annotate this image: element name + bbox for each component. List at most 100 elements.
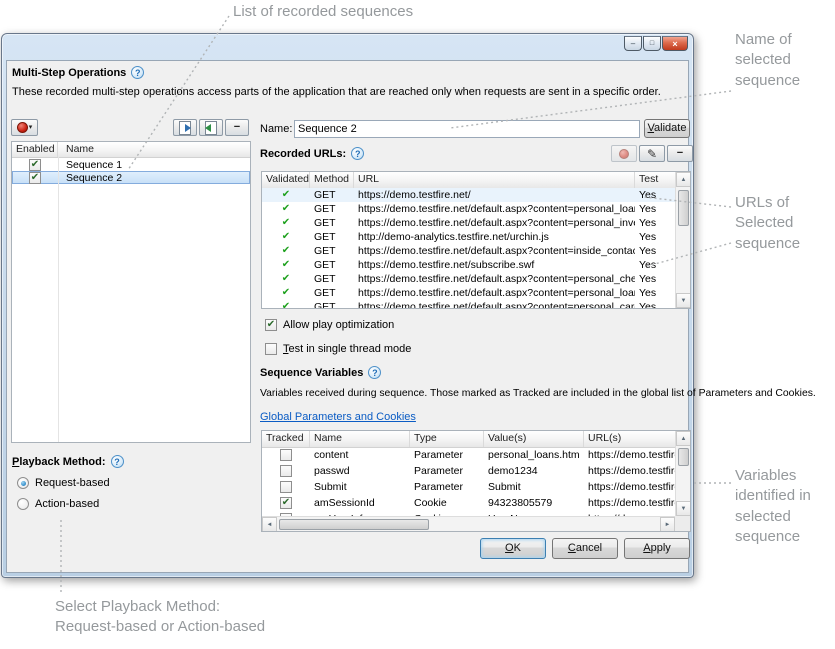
variables-table[interactable]: Tracked Name Type Value(s) URL(s) ✔ cont… [261, 430, 691, 532]
close-button[interactable]: × [662, 36, 688, 51]
checkbox-icon[interactable]: ✔ [265, 319, 277, 331]
sequence-row-2[interactable]: ✔ Sequence 2 [12, 171, 250, 184]
url-row-3[interactable]: ✔ GET https://demo.testfire.net/default.… [262, 216, 675, 230]
column-header-test[interactable]: Test [635, 172, 675, 188]
column-header-name[interactable]: Name [58, 142, 250, 157]
variable-row-1[interactable]: ✔ content Parameter personal_loans.htm h… [262, 447, 675, 463]
record-url-button[interactable] [611, 145, 637, 162]
variables-vertical-scrollbar[interactable]: ▲ ▼ [675, 431, 690, 516]
global-parameters-link[interactable]: Global Parameters and Cookies [260, 411, 416, 423]
single-thread-checkbox[interactable]: ✔ Test in single thread mode [265, 343, 411, 355]
radio-request-based[interactable]: Request-based [17, 477, 110, 489]
scroll-thumb[interactable] [678, 190, 689, 226]
recorded-urls-table[interactable]: Validated Method URL Test ✔ GET https://… [261, 171, 691, 309]
apply-button[interactable]: Apply [624, 538, 690, 559]
column-header-values[interactable]: Value(s) [484, 431, 584, 447]
recorded-urls-toolbar: ✎ − [609, 145, 693, 162]
record-sequence-button[interactable]: ▾ [11, 119, 38, 136]
ok-button[interactable]: OK [480, 538, 546, 559]
sequence-variables-description: Variables received during sequence. Thos… [260, 388, 692, 399]
remove-icon: − [677, 148, 683, 159]
scroll-down-button[interactable]: ▼ [676, 501, 691, 516]
tracked-checkbox[interactable]: ✔ [280, 449, 292, 461]
scrollbar-corner [675, 516, 690, 531]
url-row-9[interactable]: ✔ GET https://demo.testfire.net/default.… [262, 300, 675, 308]
variables-rows: ✔ content Parameter personal_loans.htm h… [262, 447, 675, 516]
url-row-4[interactable]: ✔ GET http://demo-analytics.testfire.net… [262, 230, 675, 244]
screenshot-canvas: List of recorded sequences Name of selec… [0, 0, 835, 649]
url-row-2[interactable]: ✔ GET https://demo.testfire.net/default.… [262, 202, 675, 216]
callout-variables-selected: Variables identified in selected sequenc… [735, 466, 835, 547]
sequence-toolbar: ▾ − [11, 118, 251, 137]
name-label: Name: [260, 123, 292, 135]
tracked-checkbox[interactable]: ✔ [280, 465, 292, 477]
import-sequence-button[interactable] [199, 119, 223, 136]
radio-action-based[interactable]: Action-based [17, 498, 99, 510]
column-header-url[interactable]: URL [354, 172, 635, 188]
scroll-thumb[interactable] [279, 519, 429, 530]
remove-url-button[interactable]: − [667, 145, 693, 162]
callout-playback-method: Select Playback Method: Request-based or… [55, 597, 355, 638]
scroll-left-button[interactable]: ◄ [262, 517, 277, 532]
validated-check-icon: ✔ [282, 274, 290, 284]
scroll-down-button[interactable]: ▼ [676, 293, 691, 308]
multi-step-operations-window: – □ × Multi-Step Operations ? These reco… [1, 33, 694, 578]
column-header-tracked[interactable]: Tracked [262, 431, 310, 447]
tracked-checkbox[interactable]: ✔ [280, 481, 292, 493]
radio-icon-action[interactable] [17, 498, 29, 510]
help-icon-playback[interactable]: ? [111, 455, 124, 468]
validated-check-icon: ✔ [282, 288, 290, 298]
validated-check-icon: ✔ [282, 302, 290, 308]
delete-sequence-button[interactable]: − [225, 119, 249, 136]
cancel-button[interactable]: Cancel [552, 538, 618, 559]
radio-label-request: Request-based [35, 477, 110, 489]
radio-icon-request[interactable] [17, 477, 29, 489]
recorded-urls-label: Recorded URLs: [260, 148, 346, 160]
sequence-row-1[interactable]: ✔ Sequence 1 [12, 158, 250, 171]
help-icon-multistep[interactable]: ? [131, 66, 144, 79]
allow-play-optimization-checkbox[interactable]: ✔ Allow play optimization [265, 319, 394, 331]
tracked-checkbox[interactable]: ✔ [280, 497, 292, 509]
url-row-6[interactable]: ✔ GET https://demo.testfire.net/subscrib… [262, 258, 675, 272]
validated-check-icon: ✔ [282, 260, 290, 270]
url-row-5[interactable]: ✔ GET https://demo.testfire.net/default.… [262, 244, 675, 258]
variable-row-2[interactable]: ✔ passwd Parameter demo1234 https://demo… [262, 463, 675, 479]
column-header-enabled[interactable]: Enabled [12, 142, 58, 157]
column-header-var-name[interactable]: Name [310, 431, 410, 447]
url-row-1[interactable]: ✔ GET https://demo.testfire.net/ Yes [262, 188, 675, 202]
scroll-thumb[interactable] [678, 448, 689, 466]
column-header-validated[interactable]: Validated [262, 172, 310, 188]
column-header-type[interactable]: Type [410, 431, 484, 447]
single-thread-label: Test in single thread mode [283, 343, 411, 355]
scroll-up-button[interactable]: ▲ [676, 172, 691, 187]
minimize-button[interactable]: – [624, 36, 642, 51]
export-sequence-button[interactable] [173, 119, 197, 136]
column-header-method[interactable]: Method [310, 172, 354, 188]
variable-row-4[interactable]: ✔ amSessionId Cookie 94323805579 https:/… [262, 495, 675, 511]
minimize-icon: – [631, 39, 635, 48]
column-header-urls[interactable]: URL(s) [584, 431, 675, 447]
sequences-table[interactable]: Enabled Name ✔ Sequence 1 ✔ Sequence 2 [11, 141, 251, 443]
close-icon: × [672, 39, 677, 49]
url-table-scrollbar[interactable]: ▲ ▼ [675, 172, 690, 308]
help-icon-recorded-urls[interactable]: ? [351, 147, 364, 160]
scroll-up-button[interactable]: ▲ [676, 431, 691, 446]
url-row-7[interactable]: ✔ GET https://demo.testfire.net/default.… [262, 272, 675, 286]
url-row-8[interactable]: ✔ GET https://demo.testfire.net/default.… [262, 286, 675, 300]
enabled-checkbox-1[interactable]: ✔ [29, 159, 41, 171]
maximize-icon: □ [650, 40, 654, 47]
dialog-description: These recorded multi-step operations acc… [12, 86, 682, 98]
edit-url-button[interactable]: ✎ [639, 145, 665, 162]
scroll-right-button[interactable]: ► [660, 517, 675, 532]
variables-horizontal-scrollbar[interactable]: ◄ ► [262, 516, 675, 531]
maximize-button[interactable]: □ [643, 36, 661, 51]
sequence-name-input[interactable] [294, 120, 640, 138]
enabled-checkbox-2[interactable]: ✔ [29, 172, 41, 184]
validate-button[interactable]: Validate [644, 119, 690, 138]
validated-check-icon: ✔ [282, 190, 290, 200]
variable-row-3[interactable]: ✔ Submit Parameter Submit https://demo.t… [262, 479, 675, 495]
help-icon-sequence-variables[interactable]: ? [368, 366, 381, 379]
record-icon [17, 122, 28, 133]
checkbox-icon[interactable]: ✔ [265, 343, 277, 355]
recorded-urls-rows: ✔ GET https://demo.testfire.net/ Yes ✔ G… [262, 188, 675, 308]
